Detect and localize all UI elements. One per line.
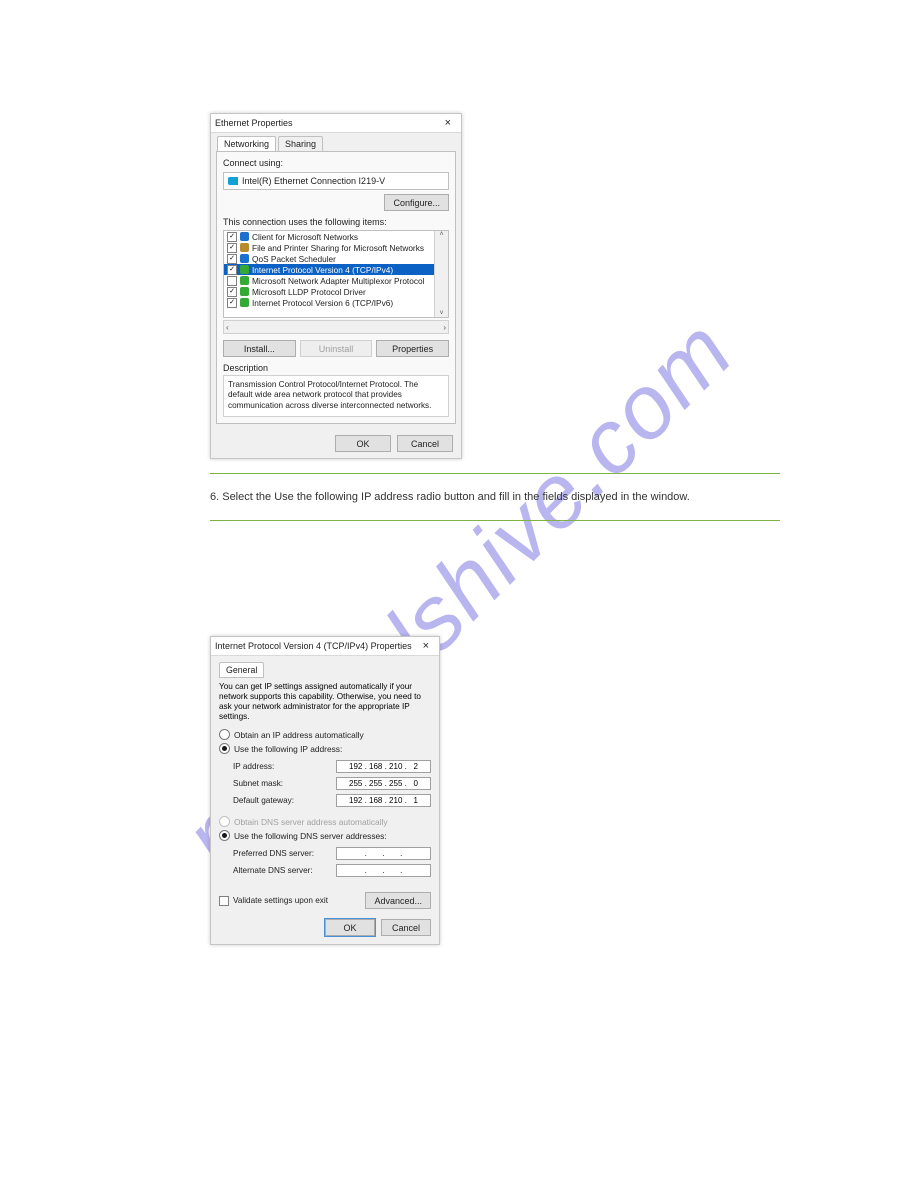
checkbox-icon[interactable]: ✓ [227,298,237,308]
items-listbox[interactable]: ✓ Client for Microsoft Networks ✓ File a… [223,230,449,318]
instruction-step-6: 6. Select the Use the following IP addre… [210,490,780,504]
description-text: Transmission Control Protocol/Internet P… [223,375,449,417]
radio-obtain-ip[interactable]: Obtain an IP address automatically [219,729,431,740]
list-item[interactable]: ✓ Internet Protocol Version 6 (TCP/IPv6) [224,297,435,308]
network-adapter-icon [228,177,238,185]
tab-sharing[interactable]: Sharing [278,136,323,151]
radio-obtain-dns: Obtain DNS server address automatically [219,816,431,827]
description-label: Description [223,363,449,373]
radio-label: Use the following IP address: [234,744,342,754]
checkbox-icon[interactable]: ✓ [227,265,237,275]
ethernet-title: Ethernet Properties [215,118,439,128]
item-label: QoS Packet Scheduler [252,254,336,264]
radio-icon [219,816,230,827]
checkbox-icon[interactable]: ✓ [227,243,237,253]
protocol-icon [240,298,249,307]
ipv4-help-text: You can get IP settings assigned automat… [219,682,431,721]
close-icon[interactable]: × [417,640,435,652]
radio-use-ip[interactable]: Use the following IP address: [219,743,431,754]
adapter-box: Intel(R) Ethernet Connection I219-V [223,172,449,190]
tab-general[interactable]: General [219,662,264,678]
cancel-button[interactable]: Cancel [381,919,431,936]
protocol-icon [240,287,249,296]
checkbox-icon[interactable]: ✓ [227,232,237,242]
radio-icon[interactable] [219,830,230,841]
list-item[interactable]: ✓ QoS Packet Scheduler [224,253,435,264]
separator-rule [210,520,780,521]
checkbox-icon[interactable]: ✓ [227,287,237,297]
subnet-mask-input[interactable] [336,777,431,790]
radio-label: Obtain DNS server address automatically [234,817,388,827]
checkbox-icon[interactable]: ✓ [227,254,237,264]
separator-rule [210,473,780,474]
alternate-dns-input[interactable] [336,864,431,877]
checkbox-icon[interactable] [227,276,237,286]
ip-address-label: IP address: [233,762,336,771]
ok-button[interactable]: OK [335,435,391,452]
horizontal-scrollbar[interactable]: ‹ › [223,320,449,334]
item-label: Internet Protocol Version 4 (TCP/IPv4) [252,265,393,275]
advanced-button[interactable]: Advanced... [365,892,431,909]
printer-icon [240,243,249,252]
item-label: File and Printer Sharing for Microsoft N… [252,243,424,253]
ethernet-titlebar: Ethernet Properties × [211,114,461,133]
protocol-icon [240,276,249,285]
uses-items-label: This connection uses the following items… [223,217,449,227]
adapter-name: Intel(R) Ethernet Connection I219-V [242,176,385,186]
item-label: Client for Microsoft Networks [252,232,358,242]
ethernet-properties-dialog: Ethernet Properties × Networking Sharing… [210,113,462,459]
service-icon [240,254,249,263]
ipv4-title: Internet Protocol Version 4 (TCP/IPv4) P… [215,641,417,651]
connect-using-label: Connect using: [223,158,449,168]
radio-icon[interactable] [219,729,230,740]
properties-button[interactable]: Properties [376,340,449,357]
list-item[interactable]: ✓ File and Printer Sharing for Microsoft… [224,242,435,253]
preferred-dns-input[interactable] [336,847,431,860]
ipv4-properties-dialog: Internet Protocol Version 4 (TCP/IPv4) P… [210,636,440,945]
radio-label: Obtain an IP address automatically [234,730,364,740]
item-label: Internet Protocol Version 6 (TCP/IPv6) [252,298,393,308]
checkbox-icon[interactable] [219,896,229,906]
validate-settings-row[interactable]: Validate settings upon exit [219,896,328,906]
item-label: Microsoft Network Adapter Multiplexor Pr… [252,276,424,286]
tabs-bar: Networking Sharing [211,133,461,151]
preferred-dns-label: Preferred DNS server: [233,849,336,858]
scroll-up-icon[interactable]: ˄ [439,231,443,238]
tab-networking[interactable]: Networking [217,136,276,151]
scroll-down-icon[interactable]: ˅ [439,310,443,317]
alternate-dns-label: Alternate DNS server: [233,866,336,875]
scroll-right-icon[interactable]: › [443,323,446,332]
cancel-button[interactable]: Cancel [397,435,453,452]
subnet-mask-label: Subnet mask: [233,779,336,788]
list-item[interactable]: ✓ Microsoft LLDP Protocol Driver [224,286,435,297]
list-item[interactable]: Microsoft Network Adapter Multiplexor Pr… [224,275,435,286]
ipv4-titlebar: Internet Protocol Version 4 (TCP/IPv4) P… [211,637,439,656]
radio-use-dns[interactable]: Use the following DNS server addresses: [219,830,431,841]
default-gateway-input[interactable] [336,794,431,807]
item-label: Microsoft LLDP Protocol Driver [252,287,366,297]
list-item-selected[interactable]: ✓ Internet Protocol Version 4 (TCP/IPv4) [224,264,435,275]
ip-address-input[interactable] [336,760,431,773]
list-item[interactable]: ✓ Client for Microsoft Networks [224,231,435,242]
scroll-left-icon[interactable]: ‹ [226,323,229,332]
install-button[interactable]: Install... [223,340,296,357]
vertical-scrollbar[interactable]: ˄ ˅ [434,231,448,317]
validate-settings-label: Validate settings upon exit [233,896,328,905]
client-icon [240,232,249,241]
configure-button[interactable]: Configure... [384,194,449,211]
uninstall-button: Uninstall [300,340,373,357]
protocol-icon [240,265,249,274]
radio-icon[interactable] [219,743,230,754]
default-gateway-label: Default gateway: [233,796,336,805]
radio-label: Use the following DNS server addresses: [234,831,387,841]
close-icon[interactable]: × [439,117,457,129]
ok-button[interactable]: OK [325,919,375,936]
